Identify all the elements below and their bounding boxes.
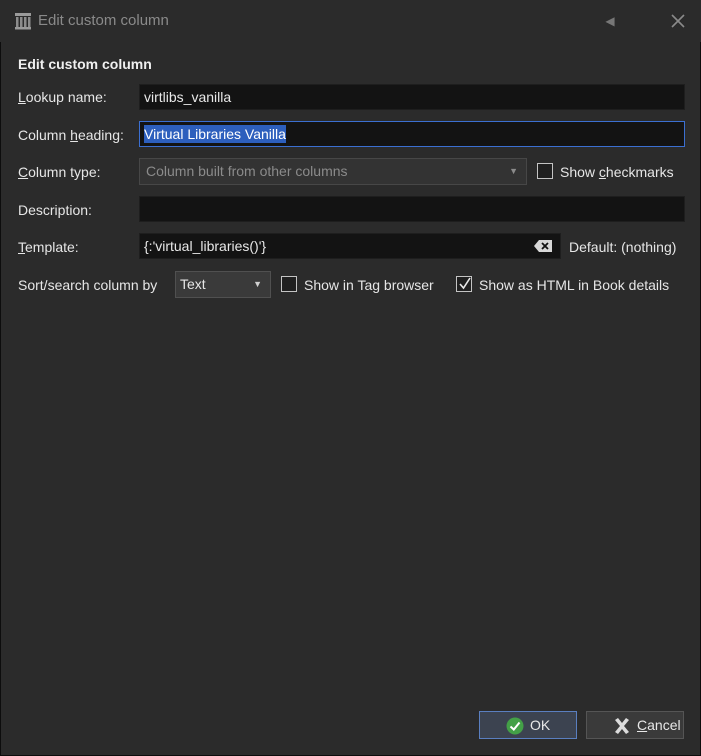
show-as-html-checkbox[interactable] [456, 276, 472, 292]
column-type-select[interactable]: Column built from other columns ▼ [139, 158, 527, 185]
column-heading-input[interactable]: Virtual Libraries Vanilla [139, 121, 685, 147]
chevron-down-icon: ▼ [253, 279, 262, 289]
sort-search-select[interactable]: Text ▼ [175, 271, 271, 298]
chevron-down-icon: ▼ [509, 166, 518, 176]
lookup-name-input[interactable]: virtlibs_vanilla [139, 84, 685, 110]
column-heading-label: Column heading: [18, 127, 124, 143]
show-in-tag-browser-checkbox[interactable] [281, 276, 297, 292]
library-column-icon [15, 13, 31, 30]
show-checkmarks-checkbox[interactable] [537, 163, 553, 179]
selected-text: Virtual Libraries Vanilla [144, 125, 286, 143]
cancel-button[interactable]: Cancel [586, 711, 684, 739]
ok-button[interactable]: OK [479, 711, 577, 739]
description-input[interactable] [139, 196, 685, 222]
ok-label: OK [530, 717, 551, 733]
column-type-label: Column type: [18, 164, 101, 180]
template-default-text: Default: (nothing) [569, 239, 677, 255]
check-circle-icon [506, 717, 524, 735]
x-icon [615, 718, 629, 734]
column-type-value: Column built from other columns [146, 163, 348, 179]
cancel-label: Cancel [637, 717, 681, 733]
description-label: Description: [18, 202, 92, 218]
template-label: Template: [18, 239, 79, 255]
show-as-html-label: Show as HTML in Book details [479, 277, 670, 293]
section-heading: Edit custom column [18, 56, 152, 72]
lookup-name-label: Lookup name: [18, 89, 107, 105]
checkmark-icon [459, 277, 471, 290]
sort-search-label: Sort/search column by [18, 277, 158, 293]
collapse-arrow-icon[interactable]: ◀ [602, 12, 618, 30]
template-input[interactable]: {:'virtual_libraries()'} [139, 233, 561, 259]
title-bar[interactable]: Edit custom column ◀ [0, 0, 701, 42]
show-in-tag-browser-label: Show in Tag browser [304, 277, 434, 293]
sort-search-value: Text [180, 276, 206, 292]
dialog-frame [0, 0, 701, 756]
close-icon[interactable] [667, 10, 689, 32]
show-checkmarks-label: Show checkmarks [560, 164, 674, 180]
window-title: Edit custom column [38, 12, 169, 29]
clear-text-icon[interactable] [533, 239, 553, 253]
